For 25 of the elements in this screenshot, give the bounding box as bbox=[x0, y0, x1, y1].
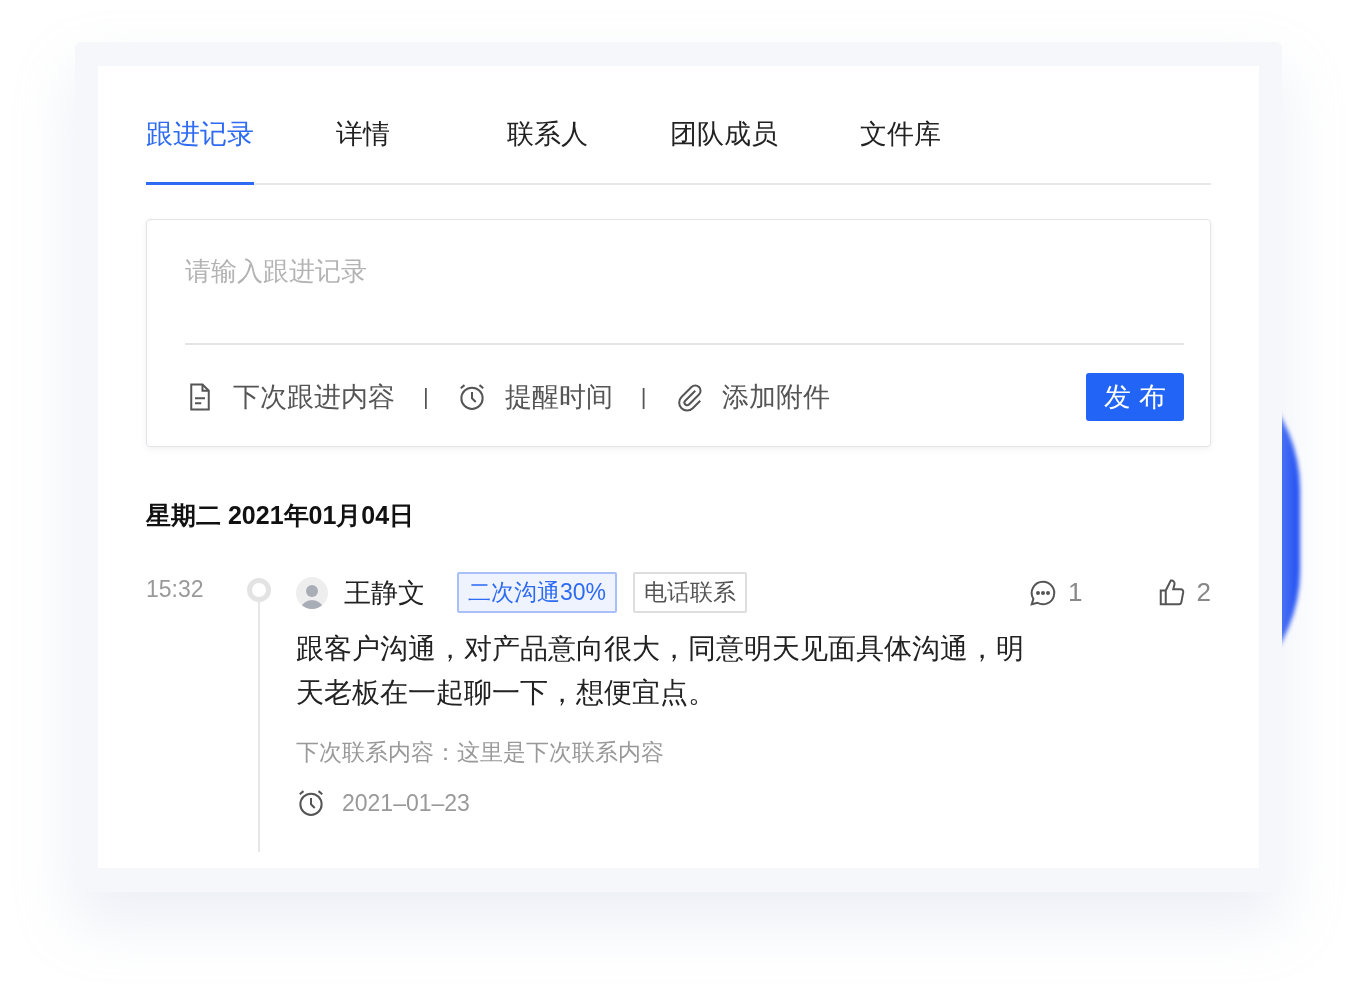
publish-button[interactable]: 发 布 bbox=[1086, 373, 1184, 421]
tool-link[interactable]: 下次跟进内容 bbox=[233, 379, 395, 415]
tab[interactable]: 详情 bbox=[336, 116, 392, 185]
reminder-date: 2021–01–23 bbox=[342, 789, 470, 817]
timeline-dot bbox=[247, 578, 271, 602]
tab[interactable]: 文件库 bbox=[860, 116, 941, 185]
record-content: 跟客户沟通，对产品意向很大，同意明天见面具体沟通，明天老板在一起聊一下，想便宜点。 bbox=[296, 632, 1025, 710]
author-name: 王静文 bbox=[344, 576, 425, 610]
tab[interactable]: 跟进记录 bbox=[146, 116, 254, 185]
record-input-field[interactable]: 请输入跟进记录 下次跟进内容 | 提醒时间 | 添加附件 发 布 bbox=[146, 219, 1211, 447]
tab[interactable]: 团队成员 bbox=[670, 116, 778, 185]
entry-time: 15:32 bbox=[146, 575, 205, 604]
alarm-clock-icon bbox=[296, 788, 326, 818]
separator-text: | bbox=[640, 384, 647, 410]
tool-link[interactable]: 提醒时间 bbox=[504, 379, 613, 415]
avatar-icon bbox=[296, 576, 328, 609]
tool-link[interactable]: 添加附件 bbox=[722, 379, 831, 415]
separator-text: | bbox=[423, 384, 429, 410]
like-count: 2 bbox=[1196, 577, 1211, 608]
comment-count: 1 bbox=[1068, 577, 1083, 608]
date-heading: 星期二 2021年01月04日 bbox=[146, 500, 416, 531]
tag: 电话联系 bbox=[633, 572, 748, 613]
tab[interactable]: 联系人 bbox=[507, 116, 588, 185]
tag: 二次沟通30% bbox=[457, 572, 618, 613]
next-contact-text: 下次联系内容：这里是下次联系内容 bbox=[296, 738, 665, 767]
